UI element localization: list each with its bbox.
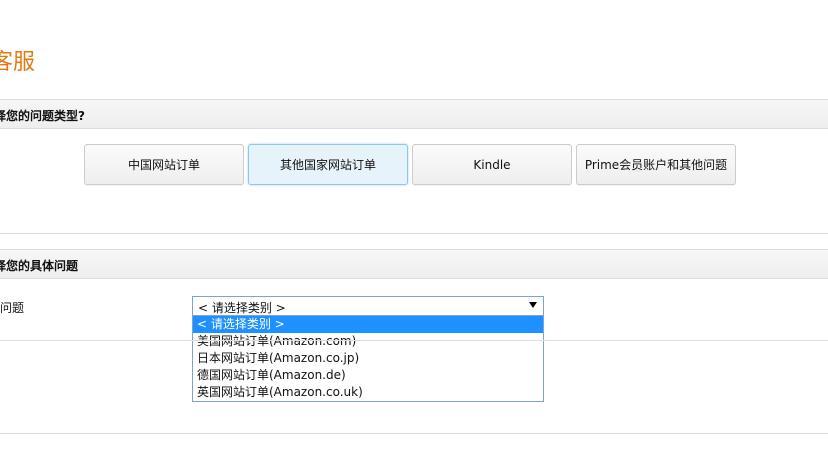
dropdown-option-amazon-co-uk[interactable]: 英国网站订单(Amazon.co.uk) [193,384,543,401]
page-title: 客服 [0,50,36,75]
issue-category-dropdown: < 请选择类别 > 美国网站订单(Amazon.com) 日本网站订单(Amaz… [192,316,544,402]
section-header-specific-issue: 择您的具体问题 [0,249,828,279]
issue-category-select[interactable]: < 请选择类别 > [192,296,544,316]
section-header-issue-type: 择您的问题类型? [0,99,828,129]
dropdown-option-amazon-co-jp[interactable]: 日本网站订单(Amazon.co.jp) [193,350,543,367]
chevron-down-icon[interactable] [529,302,537,308]
divider [0,433,828,434]
divider [0,340,828,341]
section-title-issue-type: 择您的问题类型? [0,109,85,123]
issue-type-button-other-country-orders[interactable]: 其他国家网站订单 [248,144,408,185]
dropdown-option-amazon-de[interactable]: 德国网站订单(Amazon.de) [193,367,543,384]
issue-field-label: 问题 [0,301,25,315]
issue-type-button-prime-and-other[interactable]: Prime会员账户和其他问题 [576,144,736,185]
section-title-specific-issue: 择您的具体问题 [0,259,79,273]
divider [0,233,828,234]
select-current-value: < 请选择类别 > [198,301,286,315]
issue-type-button-kindle[interactable]: Kindle [412,144,572,185]
issue-type-button-china-orders[interactable]: 中国网站订单 [84,144,244,185]
dropdown-option-placeholder[interactable]: < 请选择类别 > [193,316,543,333]
help-page: 客服 择您的问题类型? 中国网站订单 其他国家网站订单 Kindle Prime… [0,0,828,465]
dropdown-option-amazon-com[interactable]: 美国网站订单(Amazon.com) [193,333,543,350]
